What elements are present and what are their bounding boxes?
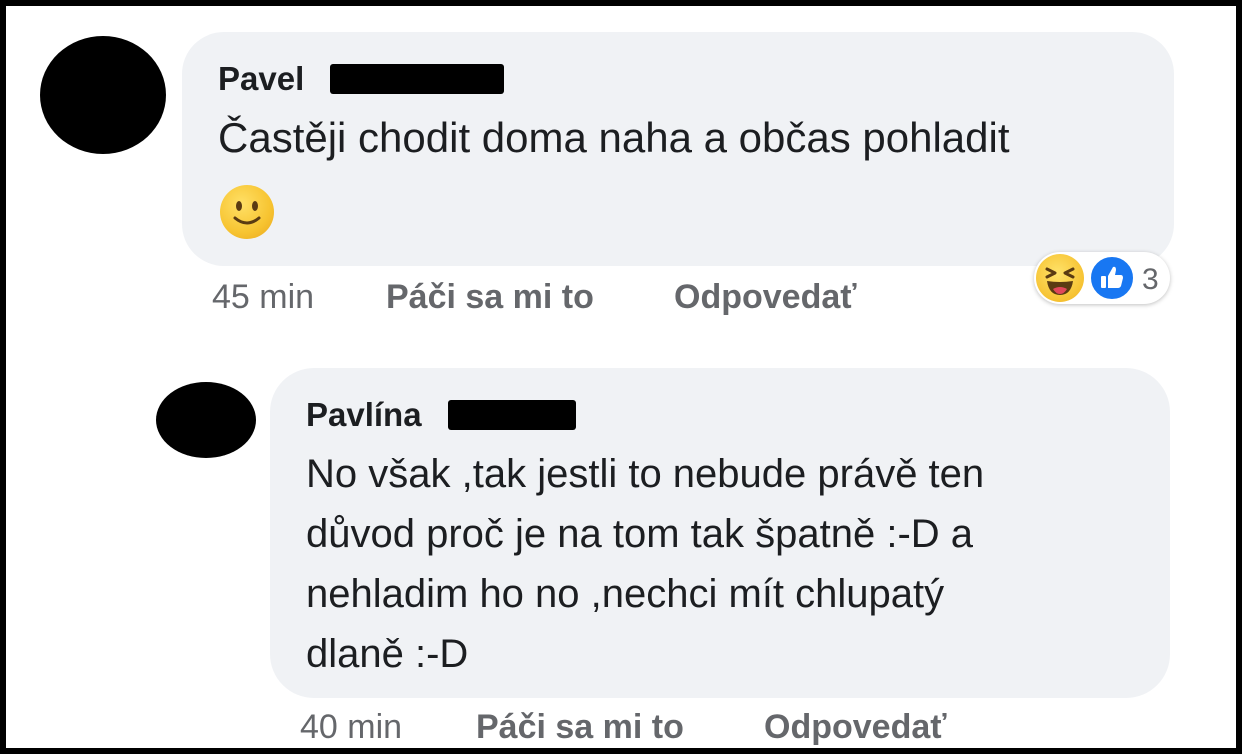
comment-timestamp[interactable]: 45 min: [212, 278, 314, 317]
redacted-surname: [330, 64, 504, 94]
comment-text-line: nehladim ho no ,nechci mít chlupatý: [306, 572, 945, 616]
reply-button[interactable]: Odpovedať: [764, 708, 947, 747]
like-reaction-icon: [1088, 254, 1136, 302]
reaction-count: 3: [1142, 263, 1159, 296]
reply-button[interactable]: Odpovedať: [674, 278, 857, 317]
reaction-summary[interactable]: 3: [1034, 252, 1170, 304]
slightly-smiling-face-icon: [220, 185, 274, 239]
avatar[interactable]: [40, 36, 166, 154]
screenshot-frame: Pavel Častěji chodit doma naha a občas p…: [0, 0, 1242, 754]
avatar[interactable]: [156, 382, 256, 458]
haha-reaction-icon: [1036, 254, 1084, 302]
comment-text-line: No však ,tak jestli to nebude právě ten: [306, 452, 985, 496]
like-button[interactable]: Páči sa mi to: [476, 708, 684, 747]
like-button[interactable]: Páči sa mi to: [386, 278, 594, 317]
comment-author[interactable]: Pavel: [218, 60, 304, 98]
comment-text: Častěji chodit doma naha a občas pohladi…: [218, 114, 1010, 161]
reply-bubble: Pavlína No však ,tak jestli to nebude pr…: [270, 368, 1170, 698]
comment-text-line: důvod proč je na tom tak špatně :-D a: [306, 512, 974, 556]
comment-author[interactable]: Pavlína: [306, 396, 422, 434]
comment-timestamp[interactable]: 40 min: [300, 708, 402, 747]
comment-bubble: Pavel Častěji chodit doma naha a občas p…: [182, 32, 1174, 266]
comment-text-line: dlaně :-D: [306, 632, 469, 676]
redacted-surname: [448, 400, 576, 430]
